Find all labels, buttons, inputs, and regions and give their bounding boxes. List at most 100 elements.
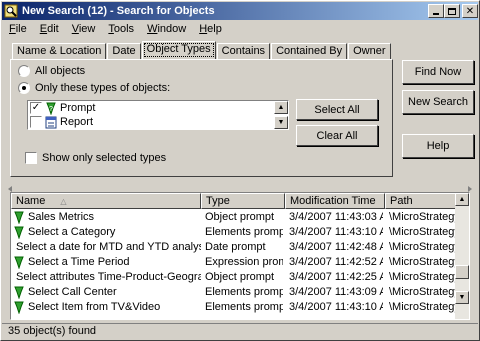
select-all-label: Select All <box>314 103 360 116</box>
cell-type: Elements prompt <box>205 301 283 313</box>
tab-object-types[interactable]: Object Types <box>141 41 216 59</box>
report-checkbox[interactable] <box>30 116 42 128</box>
menu-file[interactable]: File <box>2 23 33 35</box>
cell-type: Expression prompt <box>205 256 283 268</box>
tab-contains[interactable]: Contains <box>216 43 271 59</box>
help-button[interactable]: Help <box>402 134 474 158</box>
menu-help[interactable]: Help <box>192 23 228 35</box>
column-header-modification-time[interactable]: Modification Time <box>285 193 385 209</box>
clear-all-label: Clear All <box>316 129 358 142</box>
table-row[interactable]: Select attributes Time-Product-Geography… <box>11 270 457 284</box>
table-row[interactable]: Select a date for MTD and YTD analysis Da… <box>11 240 457 254</box>
results-vertical-scrollbar[interactable]: ▲ ▼ <box>455 193 469 319</box>
clear-all-button[interactable]: Clear All <box>296 125 378 146</box>
cell-type: Object prompt <box>205 271 275 283</box>
minimize-icon <box>433 13 439 15</box>
cell-modification-time: 3/4/2007 11:42:48 AM <box>289 241 383 253</box>
show-only-selected-option[interactable]: Show only selected types <box>25 152 166 164</box>
list-item-prompt[interactable]: ✓ ? Prompt <box>28 101 288 115</box>
cell-path: \MicroStrategy Tu <box>389 226 455 238</box>
scroll-up-arrow-icon: ▲ <box>458 196 466 203</box>
cell-name: Select Item from TV&Video <box>13 300 201 314</box>
sort-ascending-icon: △ <box>60 197 67 206</box>
pane-splitter[interactable] <box>8 183 472 192</box>
list-item-report[interactable]: Report <box>28 115 288 129</box>
cell-modification-time: 3/4/2007 11:43:09 AM <box>289 286 383 298</box>
table-row[interactable]: Sales Metrics Object prompt 3/4/2007 11:43… <box>11 210 457 224</box>
prompt-icon <box>14 211 24 224</box>
cell-path: \MicroStrategy Tu <box>389 301 455 313</box>
maximize-icon <box>448 7 456 15</box>
find-now-label: Find Now <box>414 66 462 78</box>
search-app-icon <box>4 4 18 18</box>
status-bar: 35 object(s) found <box>2 323 478 339</box>
only-types-radio[interactable] <box>18 82 30 94</box>
show-only-selected-label: Show only selected types <box>42 152 167 164</box>
cell-name: Select a Time Period <box>13 255 201 269</box>
cell-path: \MicroStrategy Tu <box>389 256 455 268</box>
list-scroll-up-button[interactable]: ▲ <box>274 101 288 114</box>
cell-modification-time: 3/4/2007 11:42:52 AM <box>289 256 383 268</box>
only-types-option[interactable]: Only these types of objects: <box>18 82 170 94</box>
prompt-icon <box>14 226 24 239</box>
prompt-type-label: Prompt <box>60 102 96 114</box>
prompt-icon <box>14 286 24 299</box>
select-all-button[interactable]: Select All <box>296 99 378 120</box>
criteria-tabs: Name & Location Date Object Types Contains C… <box>12 41 392 60</box>
prompt-icon: ? <box>46 102 56 115</box>
tab-contained-by[interactable]: Contained By <box>271 43 348 59</box>
results-scroll-up-button[interactable]: ▲ <box>455 193 469 206</box>
column-header-type[interactable]: Type <box>201 193 285 209</box>
cell-path: \MicroStrategy Tu <box>389 286 455 298</box>
menu-tools[interactable]: Tools <box>101 23 140 35</box>
help-label: Help <box>426 140 450 152</box>
minimize-button[interactable] <box>428 4 444 18</box>
cell-modification-time: 3/4/2007 11:43:10 AM <box>289 301 383 313</box>
cell-path: \MicroStrategy Tu <box>389 241 455 253</box>
cell-modification-time: 3/4/2007 11:43:10 AM <box>289 226 383 238</box>
results-list[interactable]: Name △ Type Modification Time Path Sales… <box>10 192 470 320</box>
list-scroll-down-button[interactable]: ▼ <box>274 116 288 129</box>
title-bar[interactable]: New Search (12) - Search for Objects <box>2 2 478 20</box>
cell-modification-time: 3/4/2007 11:42:25 AM <box>289 271 383 283</box>
prompt-icon <box>14 301 24 314</box>
prompt-checkbox[interactable]: ✓ <box>30 102 42 114</box>
tab-date[interactable]: Date <box>107 43 141 59</box>
table-row[interactable]: Select a Category Elements prompt 3/4/2007… <box>11 225 457 239</box>
scroll-down-arrow-icon: ▼ <box>458 294 466 301</box>
maximize-button[interactable] <box>444 4 460 18</box>
table-row[interactable]: Select a Time Period Expression prompt 3/4… <box>11 255 457 269</box>
cell-type: Elements prompt <box>205 286 283 298</box>
table-row[interactable]: Select Call Center Elements prompt 3/4/200… <box>11 285 457 299</box>
cell-name: Select a Category <box>13 225 201 239</box>
tab-name-location[interactable]: Name & Location <box>12 43 107 59</box>
tab-owner[interactable]: Owner <box>348 43 391 59</box>
cell-name: Sales Metrics <box>13 210 201 224</box>
all-objects-radio[interactable] <box>18 65 30 77</box>
prompt-icon <box>14 256 24 269</box>
cell-name: Select Call Center <box>13 285 201 299</box>
column-header-name[interactable]: Name △ <box>11 193 201 209</box>
cell-modification-time: 3/4/2007 11:43:03 AM <box>289 211 383 223</box>
report-icon <box>45 116 57 128</box>
status-text: 35 object(s) found <box>8 325 97 337</box>
object-types-list[interactable]: ✓ ? Prompt Report <box>27 100 289 130</box>
close-button[interactable]: ✕ <box>462 4 478 18</box>
results-scroll-thumb[interactable] <box>455 265 469 279</box>
menu-edit[interactable]: Edit <box>33 23 65 35</box>
column-header-path[interactable]: Path <box>385 193 457 209</box>
table-row[interactable]: Select Item from TV&Video Elements prompt… <box>11 300 457 314</box>
report-type-label: Report <box>60 116 94 128</box>
cell-type: Elements prompt <box>205 226 283 238</box>
close-icon: ✕ <box>465 5 475 17</box>
results-scroll-down-button[interactable]: ▼ <box>455 291 469 304</box>
menu-window[interactable]: Window <box>140 23 192 35</box>
new-search-button[interactable]: New Search <box>402 90 474 114</box>
show-only-selected-checkbox[interactable] <box>25 152 37 164</box>
all-objects-option[interactable]: All objects <box>18 65 85 77</box>
find-now-button[interactable]: Find Now <box>402 60 474 84</box>
menu-view[interactable]: View <box>65 23 102 35</box>
cell-name: Select attributes Time-Product-Geography <box>16 271 201 283</box>
only-types-label: Only these types of objects: <box>35 82 171 94</box>
new-search-label: New Search <box>408 96 468 108</box>
